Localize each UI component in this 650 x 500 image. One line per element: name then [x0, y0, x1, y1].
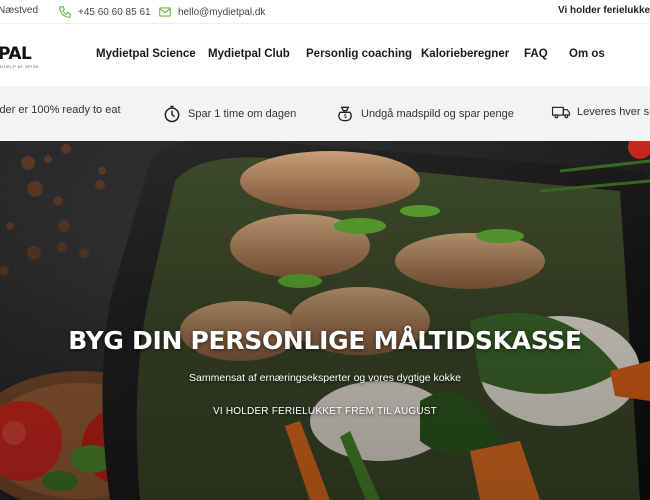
nav-link-faq[interactable]: FAQ [524, 48, 548, 60]
location-text: Næstved [0, 5, 39, 16]
mail-icon [159, 7, 171, 17]
benefit-avoid-waste: $ Undgå madspild og spar penge [335, 104, 514, 124]
benefit-save-time: Spar 1 time om dagen [162, 104, 296, 124]
delivery-truck-icon [551, 106, 571, 119]
timer-icon [164, 105, 180, 123]
holiday-notice: Vi holder ferielukket f [558, 5, 650, 16]
phone-text[interactable]: +45 60 60 85 61 [78, 7, 151, 18]
hero-holiday-notice: VI HOLDER FERIELUKKET FREM TIL AUGUST [213, 406, 437, 417]
nav-link-coaching[interactable]: Personlig coaching [306, 48, 412, 60]
holiday-notice-text: Vi holder ferielukket f [558, 5, 650, 16]
nav-link-science[interactable]: Mydietpal Science [96, 48, 196, 60]
benefit-ready-to-eat: ider er 100% ready to eat [0, 104, 121, 116]
phone-link[interactable]: +45 60 60 85 61 [58, 5, 151, 19]
logo-tagline: HJÆLP AT SPISE [0, 64, 40, 69]
site-logo[interactable]: PAL [0, 44, 32, 64]
nav-link-calculator[interactable]: Kalorieberegner [421, 48, 509, 60]
benefit-text: ider er 100% ready to eat [0, 104, 121, 116]
benefit-text: Leveres hver sø [577, 106, 650, 118]
benefit-text: Spar 1 time om dagen [188, 108, 297, 120]
hero-banner: BYG DIN PERSONLIGE MÅLTIDSKASSE Sammensa… [0, 141, 650, 500]
nav-link-club[interactable]: Mydietpal Club [208, 48, 290, 60]
phone-icon [59, 6, 71, 18]
email-link[interactable]: hello@mydietpal.dk [158, 5, 265, 19]
hero-subtitle: Sammensat af ernæringseksperter og vores… [189, 372, 461, 384]
svg-text:$: $ [343, 114, 347, 120]
benefit-delivery: Leveres hver sø [551, 104, 650, 120]
benefit-text: Undgå madspild og spar penge [361, 108, 514, 120]
top-info-bar: Næstved +45 60 60 85 61 hello@mydietpal.… [0, 0, 650, 24]
email-text[interactable]: hello@mydietpal.dk [178, 7, 265, 18]
hero-title: BYG DIN PERSONLIGE MÅLTIDSKASSE [68, 326, 582, 355]
hero-food-image [0, 141, 650, 500]
money-bag-icon: $ [338, 106, 352, 122]
benefits-bar: ider er 100% ready to eat Spar 1 time om… [0, 86, 650, 141]
main-navigation: PAL HJÆLP AT SPISE Mydietpal Science Myd… [0, 24, 650, 86]
location-item: Næstved [0, 5, 38, 16]
nav-link-about[interactable]: Om os [569, 48, 605, 60]
